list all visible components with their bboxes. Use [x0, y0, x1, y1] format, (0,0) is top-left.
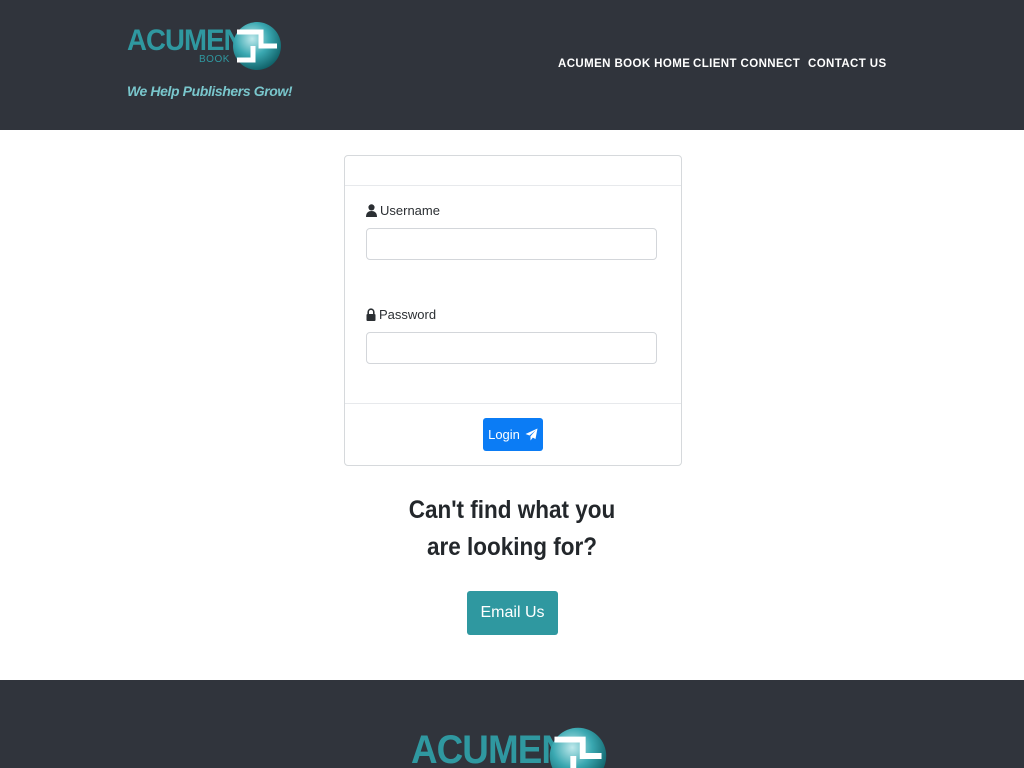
login-button[interactable]: Login: [483, 418, 543, 451]
login-card-header: [345, 156, 681, 186]
nav-client-connect[interactable]: CLIENT CONNECT: [693, 58, 800, 70]
lock-icon: [366, 308, 376, 321]
paper-plane-icon: [525, 428, 538, 441]
username-label-text: Username: [380, 203, 440, 218]
tagline: We Help Publishers Grow!: [127, 83, 293, 99]
site-footer: ACUMEN: [0, 680, 1024, 768]
username-label: Username: [366, 203, 440, 218]
footer-logo[interactable]: ACUMEN: [411, 714, 621, 768]
login-button-label: Login: [488, 427, 520, 442]
login-card: Username Password Login: [344, 155, 682, 466]
login-card-footer: Login: [345, 403, 681, 466]
password-label: Password: [366, 307, 436, 322]
email-us-button[interactable]: Email Us: [467, 591, 558, 635]
cta-heading: Can't find what you are looking for?: [332, 492, 692, 566]
password-input[interactable]: [366, 332, 657, 364]
main-nav: ACUMEN BOOK HOME CLIENT CONNECT CONTACT …: [0, 58, 1024, 74]
password-label-text: Password: [379, 307, 437, 322]
site-header: ACUMEN BOOK We Help Publishers Grow! ACU…: [0, 0, 1024, 130]
footer-logo-emblem-icon: [549, 727, 607, 768]
cta-line-2: are looking for?: [426, 533, 598, 561]
logo-wordmark: ACUMEN: [127, 24, 244, 57]
cta-line-1: Can't find what you: [408, 496, 616, 524]
user-icon: [366, 204, 377, 217]
nav-contact-us[interactable]: CONTACT US: [808, 58, 887, 70]
username-input[interactable]: [366, 228, 657, 260]
acumen-book-logo[interactable]: ACUMEN BOOK We Help Publishers Grow!: [127, 12, 293, 102]
nav-acumen-book-home[interactable]: ACUMEN BOOK HOME: [558, 58, 690, 70]
